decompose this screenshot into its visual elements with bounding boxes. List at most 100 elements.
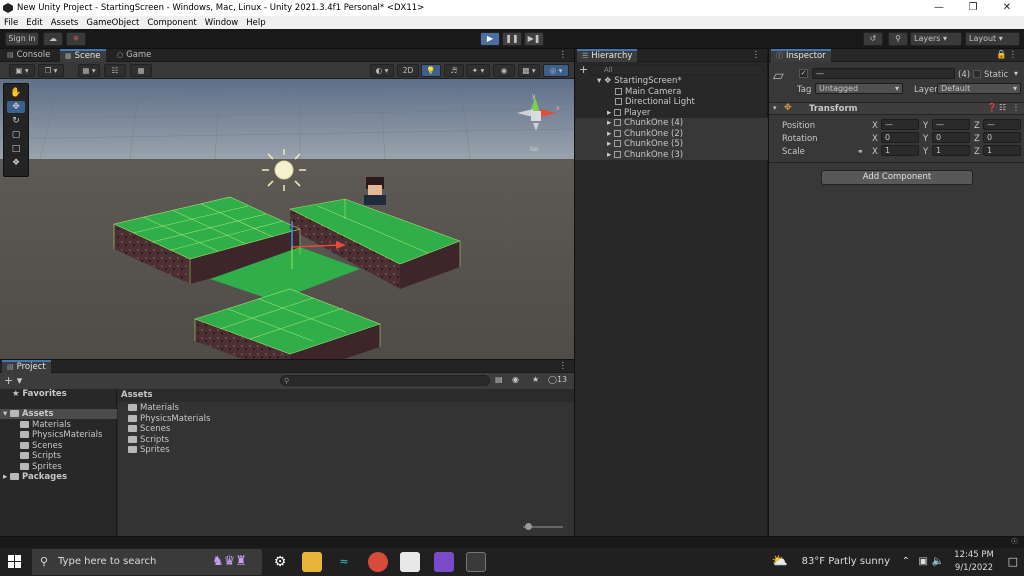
scale-y-field[interactable]: 1 bbox=[932, 145, 970, 156]
constrain-proportions-icon[interactable]: ⚭ bbox=[857, 147, 864, 156]
help-icon[interactable]: ❓ bbox=[987, 103, 997, 112]
name-field[interactable]: — bbox=[812, 68, 955, 79]
static-checkbox[interactable] bbox=[973, 70, 981, 78]
project-menu-icon[interactable]: ⋮ bbox=[554, 360, 573, 373]
list-item[interactable]: Sprites bbox=[128, 445, 170, 455]
hierarchy-item-directional-light[interactable]: Directional Light bbox=[575, 97, 768, 108]
position-z-field[interactable]: — bbox=[983, 119, 1021, 130]
tab-project[interactable]: ▤ Project bbox=[2, 360, 51, 373]
file-explorer-icon[interactable] bbox=[302, 552, 322, 572]
clock-date[interactable]: 9/1/2022 bbox=[952, 563, 996, 573]
pause-button[interactable]: ❚❚ bbox=[502, 32, 522, 46]
tree-item-materials[interactable]: Materials bbox=[0, 420, 117, 430]
rotate-tool-icon[interactable]: ↻ bbox=[7, 115, 25, 127]
gizmos-dropdown[interactable]: ◎ ▾ bbox=[543, 64, 569, 77]
breadcrumb[interactable]: Assets bbox=[118, 389, 574, 402]
presets-icon[interactable]: ☷ bbox=[999, 103, 1006, 112]
move-tool-icon[interactable]: ✥ bbox=[7, 101, 25, 113]
tab-scene[interactable]: ▦ Scene bbox=[60, 49, 106, 62]
pivot-dropdown[interactable]: ❐ ▾ bbox=[38, 64, 64, 77]
scene-root[interactable]: ▾ ❖ StartingScreen* bbox=[575, 76, 768, 87]
hierarchy-item-chunkone-2[interactable]: ▸ ChunkOne (2) bbox=[575, 128, 768, 139]
scale-z-field[interactable]: 1 bbox=[983, 145, 1021, 156]
tab-console[interactable]: ▤ Console bbox=[2, 49, 55, 62]
filter-label-icon[interactable]: ◉ bbox=[512, 375, 519, 384]
tab-inspector[interactable]: ⓘ Inspector bbox=[771, 49, 831, 62]
weather-text[interactable]: 83°F Partly sunny bbox=[802, 556, 890, 567]
component-menu-icon[interactable]: ⋮ bbox=[1012, 103, 1020, 112]
list-item[interactable]: Scripts bbox=[128, 435, 169, 445]
layout-dropdown[interactable]: Layout ▾ bbox=[965, 32, 1020, 46]
grid-icon[interactable]: ☷ bbox=[104, 64, 126, 77]
tree-packages[interactable]: ▸ Packages bbox=[0, 472, 117, 482]
hierarchy-item-player[interactable]: ▸ Player bbox=[575, 108, 768, 119]
menu-gameobject[interactable]: GameObject bbox=[82, 18, 143, 28]
rotation-x-field[interactable]: 0 bbox=[881, 132, 919, 143]
maximize-icon[interactable]: ❐ bbox=[956, 0, 990, 16]
unity-app-icon[interactable] bbox=[466, 552, 486, 572]
filter-type-icon[interactable]: ▤ bbox=[495, 375, 503, 384]
layer-dropdown[interactable]: Default ▾ bbox=[937, 83, 1021, 94]
camera-dropdown[interactable]: ▩ ▾ bbox=[518, 64, 540, 77]
snap-increment-icon[interactable]: ▦ bbox=[130, 64, 152, 77]
tree-item-scripts[interactable]: Scripts bbox=[0, 451, 117, 461]
transform-header[interactable]: ▾ ✥ Transform ❓ ☷ ⋮ bbox=[769, 102, 1024, 115]
menu-edit[interactable]: Edit bbox=[22, 18, 46, 28]
audio-toggle-icon[interactable]: ♬ bbox=[444, 64, 464, 77]
mode-2d-button[interactable]: 2D bbox=[397, 64, 419, 77]
panel-menu-icon[interactable]: ⋮ bbox=[554, 49, 573, 62]
list-item[interactable]: Scenes bbox=[128, 424, 170, 434]
tab-hierarchy[interactable]: ☰ Hierarchy bbox=[577, 49, 638, 62]
sign-in-button[interactable]: Sign in bbox=[5, 32, 39, 46]
minimize-icon[interactable]: — bbox=[922, 0, 956, 16]
visual-studio-icon[interactable] bbox=[434, 552, 454, 572]
effects-dropdown[interactable]: ✦ ▾ bbox=[466, 64, 490, 77]
cloud-icon[interactable]: ☁ bbox=[43, 32, 63, 46]
notifications-icon[interactable]: □ bbox=[1008, 555, 1018, 568]
tree-item-sprites[interactable]: Sprites bbox=[0, 462, 117, 472]
notes-app-icon[interactable] bbox=[400, 552, 420, 572]
hand-tool-icon[interactable]: ✋ bbox=[7, 87, 25, 99]
tree-item-physicsmaterials[interactable]: PhysicsMaterials bbox=[0, 430, 117, 440]
tree-favorites[interactable]: ★ Favorites bbox=[0, 389, 117, 399]
menu-component[interactable]: Component bbox=[143, 18, 200, 28]
step-button[interactable]: ▶❚ bbox=[524, 32, 544, 46]
history-icon[interactable]: ↺ bbox=[863, 32, 883, 46]
rotation-y-field[interactable]: 0 bbox=[932, 132, 970, 143]
close-icon[interactable]: ✕ bbox=[990, 0, 1024, 16]
scene-visibility-icon[interactable]: ◉ bbox=[493, 64, 515, 77]
favorite-star-icon[interactable]: ★ bbox=[532, 375, 539, 384]
slider-handle[interactable] bbox=[525, 523, 532, 530]
grid-snap-dropdown[interactable]: ▦ ▾ bbox=[78, 64, 100, 77]
menu-assets[interactable]: Assets bbox=[47, 18, 83, 28]
scene-viewport[interactable]: y x Iso ✋ ✥ ↻ ▢ □ ❖ bbox=[0, 79, 574, 359]
collab-icon[interactable]: ✳ bbox=[66, 32, 86, 46]
layers-dropdown[interactable]: Layers ▾ bbox=[910, 32, 962, 46]
position-y-field[interactable]: — bbox=[932, 119, 970, 130]
create-add-button[interactable]: + ▾ bbox=[4, 374, 22, 387]
tree-item-scenes[interactable]: Scenes bbox=[0, 441, 117, 451]
list-item[interactable]: PhysicsMaterials bbox=[128, 414, 210, 424]
shading-dropdown[interactable]: ◐ ▾ bbox=[370, 64, 394, 77]
rotation-z-field[interactable]: 0 bbox=[983, 132, 1021, 143]
tray-expand-icon[interactable]: ⌃ bbox=[902, 556, 910, 567]
position-x-field[interactable]: — bbox=[881, 119, 919, 130]
hidden-packages-toggle[interactable]: ◯13 bbox=[548, 375, 567, 384]
active-checkbox[interactable]: ✓ bbox=[799, 69, 808, 78]
volume-icon[interactable]: 🔈 bbox=[932, 556, 944, 567]
icon-size-slider[interactable] bbox=[523, 523, 563, 530]
taskbar-search-input[interactable]: ⚲ Type here to search ♞♛♜ bbox=[32, 549, 262, 575]
hierarchy-menu-icon[interactable]: ⋮ bbox=[747, 49, 766, 62]
hierarchy-item-chunkone-3[interactable]: ▸ ChunkOne (3) bbox=[575, 149, 768, 160]
tag-dropdown[interactable]: Untagged ▾ bbox=[815, 83, 903, 94]
terminal-app-icon[interactable]: ≈ bbox=[334, 552, 354, 572]
static-dropdown[interactable]: ▾ bbox=[1014, 69, 1018, 78]
play-button[interactable]: ▶ bbox=[480, 32, 500, 46]
hierarchy-item-chunkone-4[interactable]: ▸ ChunkOne (4) bbox=[575, 118, 768, 129]
scale-x-field[interactable]: 1 bbox=[881, 145, 919, 156]
inspector-menu-icon[interactable]: ⋮ bbox=[1004, 49, 1023, 62]
hierarchy-search-input[interactable]: All bbox=[589, 65, 764, 75]
hierarchy-item-chunkone-5[interactable]: ▸ ChunkOne (5) bbox=[575, 139, 768, 150]
tab-game[interactable]: ○ Game bbox=[112, 49, 156, 62]
scale-tool-icon[interactable]: ▢ bbox=[7, 129, 25, 141]
